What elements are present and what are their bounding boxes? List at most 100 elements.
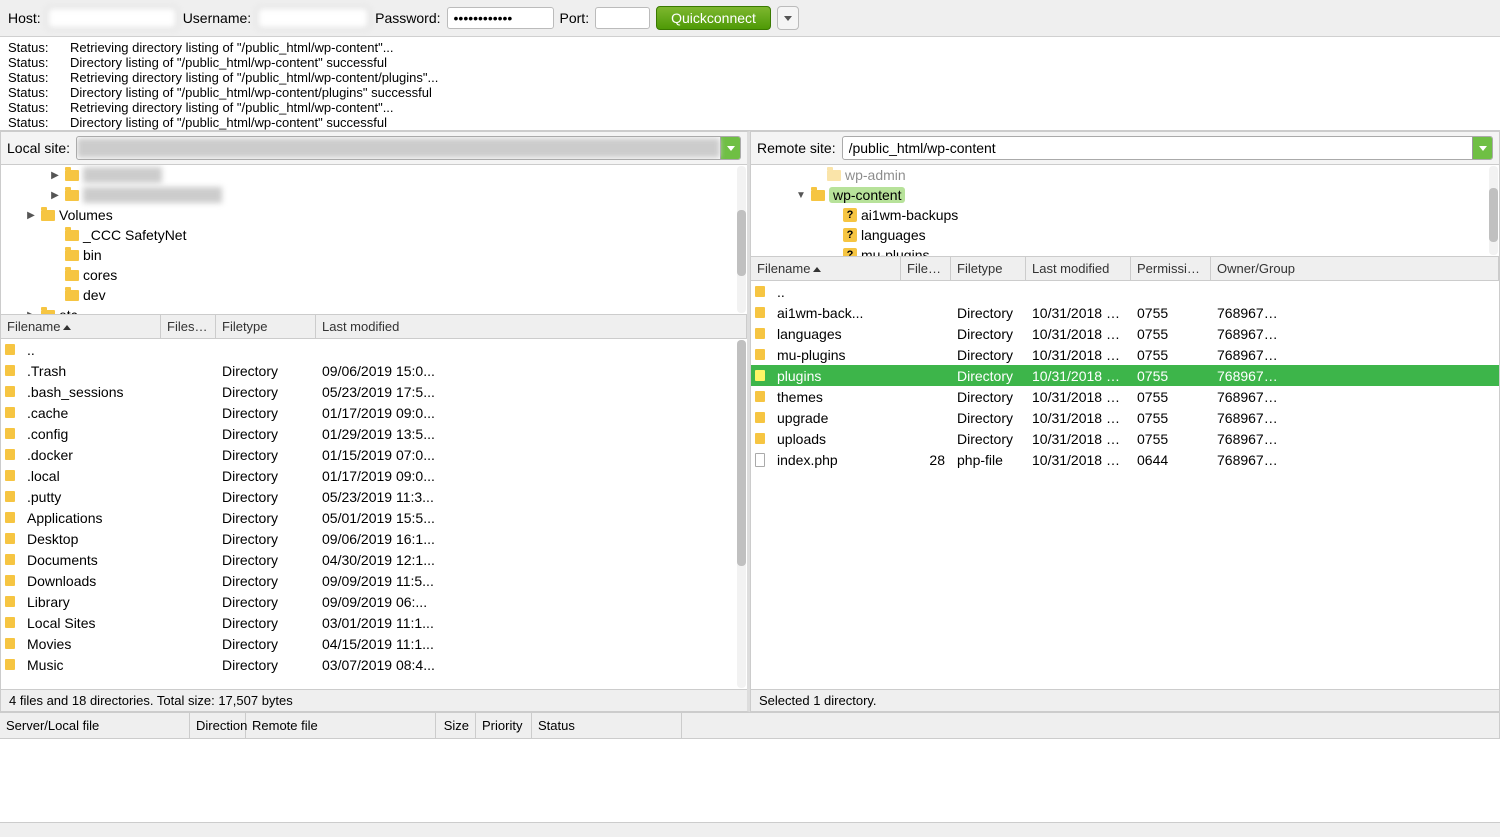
folder-icon — [5, 407, 15, 418]
file-row[interactable]: uploads Directory 10/31/2018 0... 0755 7… — [751, 428, 1499, 449]
file-row[interactable]: .. — [1, 339, 747, 360]
file-icon — [755, 453, 765, 467]
file-row[interactable]: Downloads Directory 09/09/2019 11:5... — [1, 570, 747, 591]
remote-file-header[interactable]: Filename Filesize Filetype Last modified… — [751, 257, 1499, 281]
file-row[interactable]: themes Directory 10/31/2018 0... 0755 76… — [751, 386, 1499, 407]
remote-file-list[interactable]: .. ai1wm-back... Directory 10/31/2018 0.… — [751, 281, 1499, 689]
file-modified: 03/07/2019 08:4... — [316, 657, 446, 673]
remote-tree[interactable]: wp-admin▼wp-content?ai1wm-backups?langua… — [751, 165, 1499, 257]
tree-toggle-icon[interactable]: ▶ — [25, 209, 37, 221]
tree-item[interactable]: dev — [1, 285, 747, 305]
file-name: uploads — [771, 431, 901, 447]
local-path-input[interactable] — [77, 138, 720, 158]
file-row[interactable]: Local Sites Directory 03/01/2019 11:1... — [1, 612, 747, 633]
file-row[interactable]: .. — [751, 281, 1499, 302]
host-label: Host: — [8, 10, 41, 26]
tree-item[interactable]: ▶████████ — [1, 165, 747, 185]
tree-item[interactable]: bin — [1, 245, 747, 265]
file-row[interactable]: upgrade Directory 10/31/2018 0... 0755 7… — [751, 407, 1499, 428]
tree-item[interactable]: ▼wp-content — [751, 185, 1499, 205]
tree-toggle-icon[interactable]: ▼ — [795, 189, 807, 201]
file-permissions: 0755 — [1131, 305, 1211, 321]
tree-label: mu-plugins — [861, 247, 929, 257]
folder-icon — [5, 533, 15, 544]
file-permissions: 0755 — [1131, 389, 1211, 405]
file-row[interactable]: .docker Directory 01/15/2019 07:0... — [1, 444, 747, 465]
file-row[interactable]: Movies Directory 04/15/2019 11:1... — [1, 633, 747, 654]
host-input[interactable] — [47, 7, 177, 29]
chevron-down-icon — [727, 146, 735, 151]
tree-label: languages — [861, 227, 926, 243]
local-file-header[interactable]: Filename Filesize Filetype Last modified — [1, 315, 747, 339]
port-label: Port: — [560, 10, 590, 26]
file-row[interactable]: languages Directory 10/31/2018 0... 0755… — [751, 323, 1499, 344]
file-type: Directory — [216, 384, 316, 400]
file-row[interactable]: .putty Directory 05/23/2019 11:3... — [1, 486, 747, 507]
file-row[interactable]: plugins Directory 10/31/2018 0... 0755 7… — [751, 365, 1499, 386]
file-name: .docker — [21, 447, 161, 463]
tree-item[interactable]: wp-admin — [751, 165, 1499, 185]
file-name: .cache — [21, 405, 161, 421]
file-type: Directory — [216, 657, 316, 673]
tree-item[interactable]: ?ai1wm-backups — [751, 205, 1499, 225]
file-row[interactable]: .cache Directory 01/17/2019 09:0... — [1, 402, 747, 423]
folder-icon — [41, 310, 55, 316]
file-row[interactable]: Desktop Directory 09/06/2019 16:1... — [1, 528, 747, 549]
local-tree[interactable]: ▶████████▶██████████████▶Volumes_CCC Saf… — [1, 165, 747, 315]
quickconnect-history-dropdown[interactable] — [777, 6, 799, 30]
file-name: index.php — [771, 452, 901, 468]
port-input[interactable] — [595, 7, 650, 29]
file-row[interactable]: .local Directory 01/17/2019 09:0... — [1, 465, 747, 486]
file-row[interactable]: Documents Directory 04/30/2019 12:1... — [1, 549, 747, 570]
tree-toggle-icon[interactable]: ▶ — [25, 309, 37, 315]
file-modified: 09/06/2019 15:0... — [316, 363, 446, 379]
file-modified: 09/09/2019 11:5... — [316, 573, 446, 589]
folder-icon — [5, 596, 15, 607]
remote-path-dropdown[interactable] — [1472, 137, 1492, 159]
folder-icon — [755, 370, 765, 381]
transfer-queue-header[interactable]: Server/Local file Direction Remote file … — [0, 712, 1500, 739]
folder-icon — [5, 575, 15, 586]
tree-item[interactable]: cores — [1, 265, 747, 285]
file-name: Desktop — [21, 531, 161, 547]
tree-item[interactable]: ▶Volumes — [1, 205, 747, 225]
folder-icon — [65, 270, 79, 281]
file-type: Directory — [216, 447, 316, 463]
tree-item[interactable]: _CCC SafetyNet — [1, 225, 747, 245]
local-path-dropdown[interactable] — [720, 137, 740, 159]
file-row[interactable]: .Trash Directory 09/06/2019 15:0... — [1, 360, 747, 381]
file-row[interactable]: Library Directory 09/09/2019 06:... — [1, 591, 747, 612]
remote-pane: Remote site: wp-admin▼wp-content?ai1wm-b… — [750, 131, 1500, 712]
password-label: Password: — [375, 10, 440, 26]
file-row[interactable]: .config Directory 01/29/2019 13:5... — [1, 423, 747, 444]
username-input[interactable] — [257, 7, 369, 29]
file-row[interactable]: Music Directory 03/07/2019 08:4... — [1, 654, 747, 675]
file-owner: 7689673 ... — [1211, 305, 1291, 321]
file-name: Music — [21, 657, 161, 673]
tree-toggle-icon[interactable]: ▶ — [49, 169, 61, 181]
file-row[interactable]: Applications Directory 05/01/2019 15:5..… — [1, 507, 747, 528]
tree-item[interactable]: ?languages — [751, 225, 1499, 245]
file-row[interactable]: index.php 28 php-file 10/31/2018 0... 06… — [751, 449, 1499, 470]
folder-icon — [65, 290, 79, 301]
tree-toggle-icon[interactable]: ▶ — [49, 189, 61, 201]
file-row[interactable]: mu-plugins Directory 10/31/2018 0... 075… — [751, 344, 1499, 365]
tree-item[interactable]: ▶etc — [1, 305, 747, 315]
file-row[interactable]: .bash_sessions Directory 05/23/2019 17:5… — [1, 381, 747, 402]
tree-item[interactable]: ?mu-plugins — [751, 245, 1499, 257]
password-input[interactable] — [447, 7, 554, 29]
file-row[interactable]: ai1wm-back... Directory 10/31/2018 0... … — [751, 302, 1499, 323]
remote-site-label: Remote site: — [757, 140, 836, 156]
tree-item[interactable]: ▶██████████████ — [1, 185, 747, 205]
file-owner: 7689673 ... — [1211, 326, 1291, 342]
remote-path-input[interactable] — [843, 138, 1472, 158]
file-name: .config — [21, 426, 161, 442]
unknown-folder-icon: ? — [843, 208, 857, 222]
local-file-list[interactable]: .. .Trash Directory 09/06/2019 15:0... .… — [1, 339, 747, 689]
local-tree-scrollbar[interactable] — [737, 166, 746, 313]
file-permissions: 0644 — [1131, 452, 1211, 468]
quickconnect-button[interactable]: Quickconnect — [656, 6, 771, 30]
file-modified: 05/23/2019 17:5... — [316, 384, 446, 400]
transfer-queue[interactable] — [0, 739, 1500, 823]
local-list-scrollbar[interactable] — [737, 340, 746, 688]
